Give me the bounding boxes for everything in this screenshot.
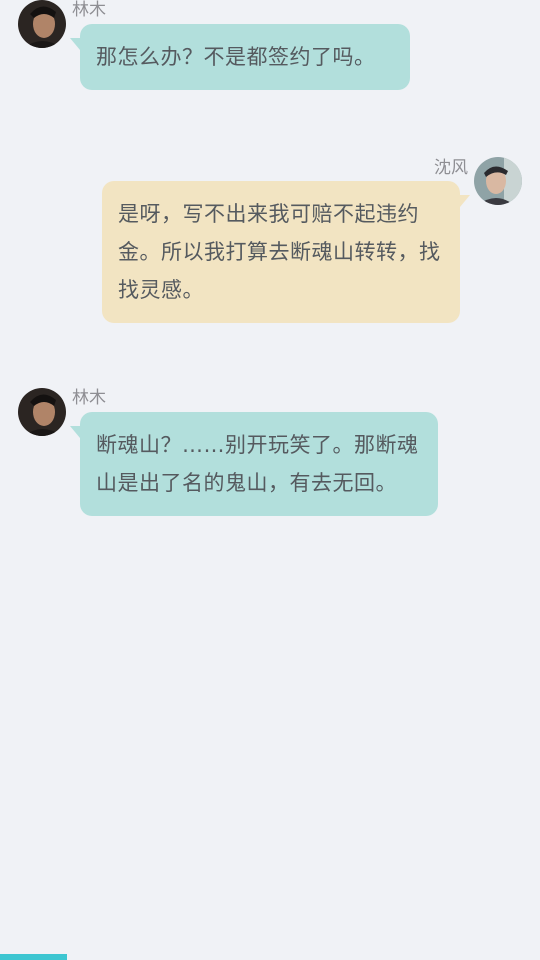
message-bubble[interactable]: 是呀，写不出来我可赔不起违约金。所以我打算去断魂山转转，找找灵感。 bbox=[102, 181, 460, 323]
sender-avatar-linmu[interactable] bbox=[18, 388, 66, 436]
bubble-tail bbox=[70, 426, 80, 438]
sender-name: 沈风 bbox=[434, 158, 468, 178]
sender-avatar-linmu[interactable] bbox=[18, 0, 66, 48]
message-bubble[interactable]: 断魂山？……别开玩笑了。那断魂山是出了名的鬼山，有去无回。 bbox=[80, 412, 438, 516]
sender-avatar-shenfeng[interactable] bbox=[474, 157, 522, 205]
chat-screen: 林木 那怎么办？不是都签约了吗。 沈风 是呀，写不出来我可赔不起违约金。所以我打… bbox=[0, 0, 540, 960]
message-text: 是呀，写不出来我可赔不起违约金。所以我打算去断魂山转转，找找灵感。 bbox=[118, 202, 441, 302]
bubble-tail bbox=[70, 38, 80, 50]
sender-name: 林木 bbox=[72, 0, 106, 20]
sender-name: 林木 bbox=[72, 388, 106, 408]
reading-progress-bar bbox=[0, 954, 540, 960]
message-text: 那怎么办？不是都签约了吗。 bbox=[96, 45, 376, 69]
reading-progress-fill bbox=[0, 954, 67, 960]
bubble-tail bbox=[460, 195, 470, 207]
message-bubble[interactable]: 那怎么办？不是都签约了吗。 bbox=[80, 24, 410, 90]
message-text: 断魂山？……别开玩笑了。那断魂山是出了名的鬼山，有去无回。 bbox=[96, 433, 419, 495]
